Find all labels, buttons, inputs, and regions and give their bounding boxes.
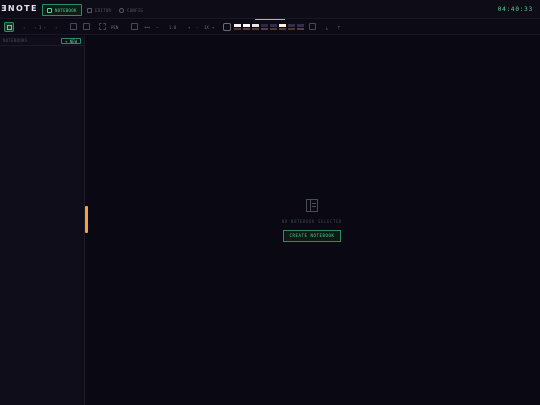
pen-label[interactable]: PEN <box>111 24 118 31</box>
upload-icon[interactable]: ⤒ <box>338 24 340 31</box>
swatch-shade <box>234 28 241 30</box>
line-style-icon[interactable]: ••• <box>144 24 150 31</box>
sidebar-toggle-button[interactable] <box>4 22 14 32</box>
color-swatch[interactable] <box>279 24 286 27</box>
editor-icon <box>87 7 92 13</box>
zoom-chevron-icon[interactable]: ▾ <box>212 24 214 31</box>
tab-config[interactable]: CONFIG <box>114 4 148 16</box>
color-swatch[interactable] <box>261 24 268 27</box>
color-swatch[interactable] <box>288 24 295 27</box>
undo-button[interactable]: ‹ <box>23 24 25 31</box>
tab-notebook-label: NOTEBOOK <box>55 7 77 13</box>
tab-notebook[interactable]: NOTEBOOK <box>42 4 82 16</box>
pen-icon[interactable] <box>99 23 106 30</box>
color-swatch[interactable] <box>270 24 277 27</box>
grid-icon[interactable] <box>83 23 90 30</box>
swatch-shade <box>279 28 286 30</box>
download-icon[interactable]: ⤓ <box>326 24 328 31</box>
size-icon: ⋯ <box>156 25 159 30</box>
tab-editor-label: EDITOR <box>95 7 112 13</box>
tab-editor[interactable]: EDITOR <box>82 4 116 16</box>
sidebar-header: NOTEBOOKS + NEW <box>0 36 85 46</box>
add-page-icon[interactable] <box>70 23 77 30</box>
new-notebook-button[interactable]: + NEW <box>60 38 81 44</box>
notebook-icon <box>47 7 52 13</box>
trash-icon[interactable] <box>309 23 316 30</box>
size-value[interactable]: 1.0 <box>169 24 176 31</box>
color-swatch[interactable] <box>243 24 250 27</box>
notebook-empty-icon <box>306 199 318 212</box>
chevron-down-icon[interactable]: ▾ <box>188 24 190 31</box>
redo-button[interactable]: › <box>55 24 57 31</box>
color-swatch[interactable] <box>252 24 259 27</box>
create-notebook-button[interactable]: CREATE NOTEBOOK <box>283 230 341 242</box>
swatch-shade <box>252 28 259 30</box>
copy-icon[interactable] <box>131 23 138 30</box>
swatch-shade <box>297 28 304 30</box>
top-bar: ƎNOTE NOTEBOOK EDITOR CONFIG 04:40:33 <box>0 0 540 19</box>
tab-config-label: CONFIG <box>127 7 144 13</box>
sidebar-title: NOTEBOOKS <box>3 38 28 43</box>
app-logo: ƎNOTE <box>1 4 38 13</box>
swatch-shade <box>270 28 277 30</box>
gear-icon <box>119 7 124 13</box>
empty-state-text: NO NOTEBOOK SELECTED <box>281 219 343 224</box>
sidebar: NOTEBOOKS + NEW <box>0 36 85 405</box>
zoom-value[interactable]: 1X <box>204 24 209 31</box>
sidebar-icon <box>7 25 12 30</box>
clock: 04:40:33 <box>497 6 533 13</box>
sidebar-resize-handle[interactable] <box>85 206 88 233</box>
color-swatch[interactable] <box>234 24 241 27</box>
color-swatch[interactable] <box>297 24 304 27</box>
page-navigator[interactable]: ‹ 1 › <box>34 24 46 31</box>
swatch-shade <box>288 28 295 30</box>
color-picker-ring[interactable] <box>223 23 231 31</box>
opacity-icon: · <box>196 25 199 30</box>
swatch-shade <box>261 28 268 30</box>
editor-toolbar: ‹ ‹ 1 › › PEN ••• ⋯ 1.0 ▾ · 1X ▾ ⤓ ⤒ <box>0 20 540 35</box>
swatch-shade <box>243 28 250 30</box>
